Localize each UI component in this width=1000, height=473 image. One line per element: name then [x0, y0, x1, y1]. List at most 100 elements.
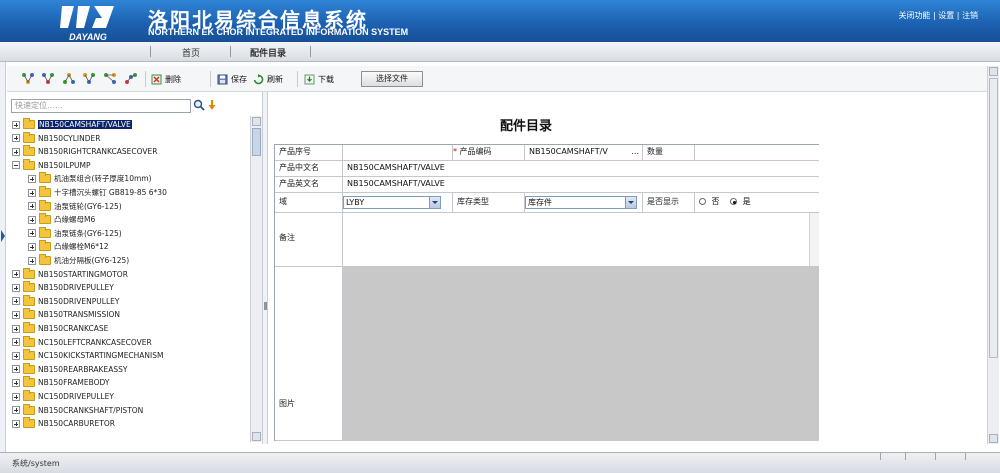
product-code-value: NB150CAMSHAFT/V — [529, 147, 608, 156]
remark-scrollbar[interactable] — [809, 213, 819, 266]
tree-scrollbar[interactable] — [250, 116, 262, 442]
refresh-button[interactable]: 刷新 — [253, 72, 283, 86]
display-no-radio[interactable] — [699, 198, 706, 205]
expand-plus-icon[interactable] — [12, 406, 20, 415]
expand-plus-icon[interactable] — [12, 310, 20, 319]
folder-icon — [39, 199, 51, 211]
expand-plus-icon[interactable] — [12, 378, 20, 387]
tree-node[interactable]: 机油分隔板(GY6-125) — [28, 254, 129, 267]
scrollbar-thumb[interactable] — [989, 78, 998, 358]
tree-node[interactable]: NB150RIGHTCRANKCASECOVER — [12, 145, 157, 158]
tree-node[interactable]: 凸缘螺栓M6*12 — [28, 240, 109, 253]
product-code-lookup-button[interactable]: ... — [631, 145, 639, 159]
tree-node[interactable]: 十字槽沉头螺钉 GB819-85 6*30 — [28, 186, 167, 199]
expand-plus-icon[interactable] — [12, 338, 20, 347]
tree-node[interactable]: 油泵链条(GY6-125) — [28, 226, 122, 240]
tree-node[interactable]: 凸缘螺母M6 — [28, 213, 95, 226]
stock-type-value: 库存件 — [528, 198, 552, 207]
tree-collapse-icon[interactable] — [124, 72, 139, 85]
expand-plus-icon[interactable] — [12, 297, 20, 306]
tree-move-up-icon[interactable] — [62, 72, 77, 85]
scroll-up-icon[interactable] — [989, 67, 998, 76]
expand-plus-icon[interactable] — [12, 270, 20, 279]
expand-plus-icon[interactable] — [12, 283, 20, 292]
cn-name-field[interactable]: NB150CAMSHAFT/VALVE — [343, 161, 819, 177]
expand-plus-icon[interactable] — [28, 242, 36, 251]
search-icon[interactable] — [193, 99, 205, 111]
chevron-down-icon[interactable] — [625, 197, 636, 208]
expand-plus-icon[interactable] — [12, 147, 20, 156]
tree-node[interactable]: NC150DRIVEPULLEY — [12, 390, 114, 403]
collapse-arrow-icon[interactable] — [1, 230, 5, 242]
tree-node[interactable]: NB150CRANKCASE — [12, 322, 108, 335]
page-scrollbar[interactable] — [987, 66, 999, 444]
tree-node[interactable]: NB150CRANKSHAFT/PISTON — [12, 403, 143, 417]
download-button[interactable]: 下载 — [304, 72, 334, 86]
domain-select[interactable]: LYBY — [343, 196, 441, 209]
expand-plus-icon[interactable] — [28, 229, 36, 238]
collapse-minus-icon[interactable] — [12, 161, 20, 170]
folder-icon — [23, 376, 35, 388]
display-yes-radio[interactable] — [730, 198, 738, 205]
product-code-field[interactable]: NB150CAMSHAFT/V ... — [525, 145, 643, 161]
tree-node[interactable]: NB150ILPUMP — [12, 158, 90, 172]
tree-node[interactable]: NB150REARBRAKEASSY — [12, 362, 127, 376]
tree-node[interactable]: NB150STARTINGMOTOR — [12, 267, 128, 281]
expand-plus-icon[interactable] — [28, 174, 36, 183]
expand-plus-icon[interactable] — [12, 392, 20, 401]
required-mark: * — [453, 147, 457, 156]
chevron-down-icon[interactable] — [429, 197, 440, 208]
tree-node[interactable]: NC150LEFTCRANKCASECOVER — [12, 335, 152, 349]
quantity-field[interactable] — [695, 145, 819, 161]
tree-node[interactable]: NB150TRANSMISSION — [12, 308, 120, 321]
expand-plus-icon[interactable] — [12, 365, 20, 374]
expand-plus-icon[interactable] — [12, 134, 20, 143]
tree-add-node-icon[interactable] — [21, 72, 36, 85]
logout-link[interactable]: 注销 — [962, 11, 978, 20]
tree-node[interactable]: NC150KICKSTARTINGMECHANISM — [12, 349, 164, 362]
tree-node-label: 十字槽沉头螺钉 GB819-85 6*30 — [54, 188, 167, 197]
scrollbar-thumb[interactable] — [252, 128, 261, 156]
tree-node[interactable]: NB150FRAMEBODY — [12, 376, 110, 389]
panel-splitter[interactable] — [262, 92, 268, 444]
expand-plus-icon[interactable] — [12, 324, 20, 333]
scroll-down-icon[interactable] — [989, 434, 998, 443]
choose-file-button[interactable]: 选择文件 — [361, 71, 423, 87]
image-preview[interactable] — [343, 267, 819, 441]
tree-node[interactable]: NB150CYLINDER — [12, 131, 100, 145]
tab-home[interactable]: 首页 — [182, 46, 200, 59]
remark-textarea[interactable] — [343, 213, 819, 267]
expand-plus-icon[interactable] — [28, 215, 36, 224]
splitter-grip[interactable] — [264, 302, 267, 310]
scroll-up-icon[interactable] — [252, 117, 261, 126]
status-bar: 系统/system — [0, 452, 1000, 473]
product-no-field[interactable] — [343, 145, 453, 161]
tree-node[interactable]: 油泵链轮(GY6-125) — [28, 199, 122, 213]
folder-icon — [23, 131, 35, 143]
tree-expand-icon[interactable] — [103, 72, 118, 85]
close-function-link[interactable]: 关闭功能 — [898, 11, 930, 20]
tree-node[interactable]: 机油泵组合(转子厚度10mm) — [28, 172, 152, 185]
settings-link[interactable]: 设置 — [938, 11, 954, 20]
tree-node[interactable]: NB150DRIVENPULLEY — [12, 294, 119, 308]
expand-plus-icon[interactable] — [28, 188, 36, 197]
tab-parts-catalog[interactable]: 配件目录 — [250, 46, 286, 59]
expand-plus-icon[interactable] — [28, 202, 36, 211]
stock-type-select[interactable]: 库存件 — [525, 196, 637, 209]
delete-button[interactable]: 删除 — [151, 72, 181, 86]
expand-plus-icon[interactable] — [28, 256, 36, 265]
tree-move-down-icon[interactable] — [82, 72, 97, 85]
tree-add-child-icon[interactable] — [41, 72, 56, 85]
locate-down-arrow-icon[interactable] — [207, 99, 217, 111]
collapse-strip[interactable] — [0, 62, 6, 452]
scroll-down-icon[interactable] — [252, 432, 261, 441]
tree-search-input[interactable]: 快速定位…… — [11, 99, 191, 113]
en-name-field[interactable]: NB150CAMSHAFT/VALVE — [343, 177, 819, 193]
tree-node[interactable]: NB150CARBURETOR — [12, 417, 115, 430]
tree-node[interactable]: NB150DRIVEPULLEY — [12, 281, 114, 294]
expand-plus-icon[interactable] — [12, 120, 20, 129]
tree-node[interactable]: NB150CAMSHAFT/VALVE — [12, 118, 132, 131]
expand-plus-icon[interactable] — [12, 419, 20, 428]
expand-plus-icon[interactable] — [12, 351, 20, 360]
save-button[interactable]: 保存 — [217, 72, 247, 86]
